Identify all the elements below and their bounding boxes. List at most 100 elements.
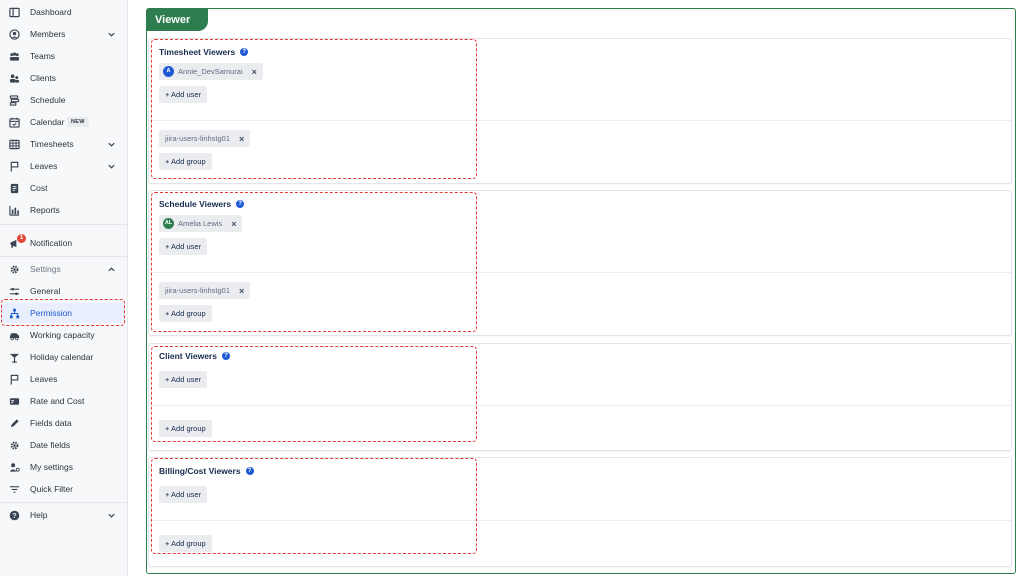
clients-icon: [9, 73, 20, 84]
close-icon[interactable]: ×: [239, 134, 244, 144]
client-viewers-title: Client Viewers ?: [159, 351, 230, 361]
sidebar-item-working-capacity[interactable]: Working capacity: [0, 325, 128, 345]
flag-icon: [9, 161, 20, 172]
sidebar-item-leaves[interactable]: Leaves: [0, 156, 128, 176]
sidebar-divider: [0, 224, 128, 225]
group-chip-name: jiira-users-linhstg01: [165, 286, 231, 295]
sidebar-item-notification[interactable]: 1 Notification: [0, 233, 128, 253]
billing-cost-viewers-card: Billing/Cost Viewers ? + Add user + Add …: [148, 457, 1012, 567]
add-user-button[interactable]: + Add user: [159, 486, 208, 503]
gear-icon: [9, 264, 20, 275]
sidebar-item-label: Teams: [30, 51, 56, 61]
filter-icon: [9, 484, 20, 495]
hierarchy-icon: [9, 308, 20, 319]
sidebar-item-label: Holiday calendar: [30, 352, 94, 362]
user-chip-name: Annie_DevSamurai: [178, 67, 243, 76]
card-separator: [149, 520, 1011, 521]
add-user-button[interactable]: + Add user: [159, 371, 208, 388]
sidebar-item-timesheets[interactable]: Timesheets: [0, 134, 128, 154]
sidebar-item-schedule[interactable]: Schedule: [0, 90, 128, 110]
close-icon[interactable]: ×: [239, 286, 244, 296]
sidebar-item-members[interactable]: Members: [0, 24, 128, 44]
add-group-button[interactable]: + Add group: [159, 305, 212, 322]
close-icon[interactable]: ×: [252, 67, 257, 77]
sidebar-item-fields-data[interactable]: Fields data: [0, 413, 128, 433]
sidebar-item-label: General: [30, 286, 61, 296]
sidebar-item-label: Cost: [30, 183, 48, 193]
dashboard-icon: [9, 7, 20, 18]
user-settings-icon: [9, 462, 20, 473]
section-title: Schedule Viewers: [159, 199, 232, 209]
notification-count-badge: 1: [17, 234, 26, 243]
viewer-title: Viewer: [147, 9, 209, 31]
flag-icon: [9, 374, 20, 385]
sidebar-item-leaves-settings[interactable]: Leaves: [0, 369, 128, 389]
chevron-down-icon[interactable]: [107, 162, 116, 171]
close-icon[interactable]: ×: [231, 219, 236, 229]
sidebar-item-rate-and-cost[interactable]: Rate and Cost: [0, 391, 128, 411]
sidebar-item-label: Schedule: [30, 95, 66, 105]
schedule-viewers-card: Schedule Viewers ? AL Amelia Lewis × + A…: [148, 190, 1012, 336]
chevron-down-icon[interactable]: [107, 30, 116, 39]
sidebar-item-calendar[interactable]: Calendar NEW: [0, 112, 128, 132]
sidebar-item-reports[interactable]: Reports: [0, 200, 128, 220]
user-chip[interactable]: AL Amelia Lewis ×: [159, 215, 243, 232]
sidebar: Dashboard Members Teams Clients Schedule…: [0, 0, 128, 576]
sidebar-item-permission[interactable]: Permission: [2, 303, 124, 323]
sidebar-item-holiday-calendar[interactable]: Holiday calendar: [0, 347, 128, 367]
reports-icon: [9, 205, 20, 216]
user-chip[interactable]: A Annie_DevSamurai ×: [159, 63, 263, 80]
timesheet-viewers-title: Timesheet Viewers ?: [159, 47, 249, 57]
members-icon: [9, 28, 20, 40]
sidebar-item-general[interactable]: General: [0, 281, 128, 301]
chevron-up-icon[interactable]: [107, 265, 116, 274]
help-icon[interactable]: ?: [240, 48, 249, 56]
add-user-button[interactable]: + Add user: [159, 86, 208, 103]
sidebar-item-my-settings[interactable]: My settings: [0, 457, 128, 477]
sidebar-item-teams[interactable]: Teams: [0, 46, 128, 66]
sidebar-item-label: Permission: [30, 308, 73, 318]
add-group-button[interactable]: + Add group: [159, 535, 212, 552]
sidebar-item-label: Quick Filter: [30, 484, 73, 494]
sidebar-item-label: Leaves: [30, 374, 58, 384]
client-viewers-card: Client Viewers ? + Add user + Add group: [148, 343, 1012, 451]
gear-icon: [9, 440, 20, 451]
calendar-icon: [9, 117, 20, 128]
sidebar-item-settings[interactable]: Settings: [0, 259, 128, 279]
help-icon[interactable]: ?: [236, 200, 245, 208]
schedule-viewers-title: Schedule Viewers ?: [159, 199, 245, 209]
card-separator: [149, 405, 1011, 406]
chevron-down-icon[interactable]: [107, 511, 116, 520]
sidebar-item-clients[interactable]: Clients: [0, 68, 128, 88]
chevron-down-icon[interactable]: [107, 140, 116, 149]
avatar: AL: [163, 218, 174, 229]
svg-text:?: ?: [12, 512, 16, 519]
sidebar-item-label: Leaves: [30, 161, 58, 171]
billing-cost-viewers-title: Billing/Cost Viewers ?: [159, 466, 254, 476]
card-separator: [149, 120, 1011, 121]
teams-icon: [9, 51, 20, 62]
sliders-icon: [9, 286, 20, 297]
help-icon[interactable]: ?: [245, 467, 254, 475]
add-group-button[interactable]: + Add group: [159, 420, 212, 437]
sidebar-item-label: Clients: [30, 73, 56, 83]
section-title: Billing/Cost Viewers: [159, 466, 241, 476]
group-chip-name: jiira-users-linhstg01: [165, 134, 231, 143]
add-group-button[interactable]: + Add group: [159, 153, 212, 170]
sidebar-item-label: Fields data: [30, 418, 72, 428]
help-icon[interactable]: ?: [221, 352, 230, 360]
holiday-icon: [9, 352, 20, 363]
sidebar-item-help[interactable]: ? Help: [0, 505, 128, 525]
sidebar-divider: [0, 256, 128, 257]
group-chip[interactable]: jiira-users-linhstg01 ×: [159, 282, 251, 299]
sidebar-item-date-fields[interactable]: Date fields: [0, 435, 128, 455]
sidebar-item-label: Settings: [30, 264, 61, 274]
sidebar-item-label: Members: [30, 29, 66, 39]
add-user-button[interactable]: + Add user: [159, 238, 208, 255]
sidebar-item-dashboard[interactable]: Dashboard: [0, 2, 128, 22]
schedule-icon: [9, 94, 20, 106]
group-chip[interactable]: jiira-users-linhstg01 ×: [159, 130, 251, 147]
sidebar-item-cost[interactable]: Cost: [0, 178, 128, 198]
sidebar-item-quick-filter[interactable]: Quick Filter: [0, 479, 128, 499]
card-separator: [149, 272, 1011, 273]
